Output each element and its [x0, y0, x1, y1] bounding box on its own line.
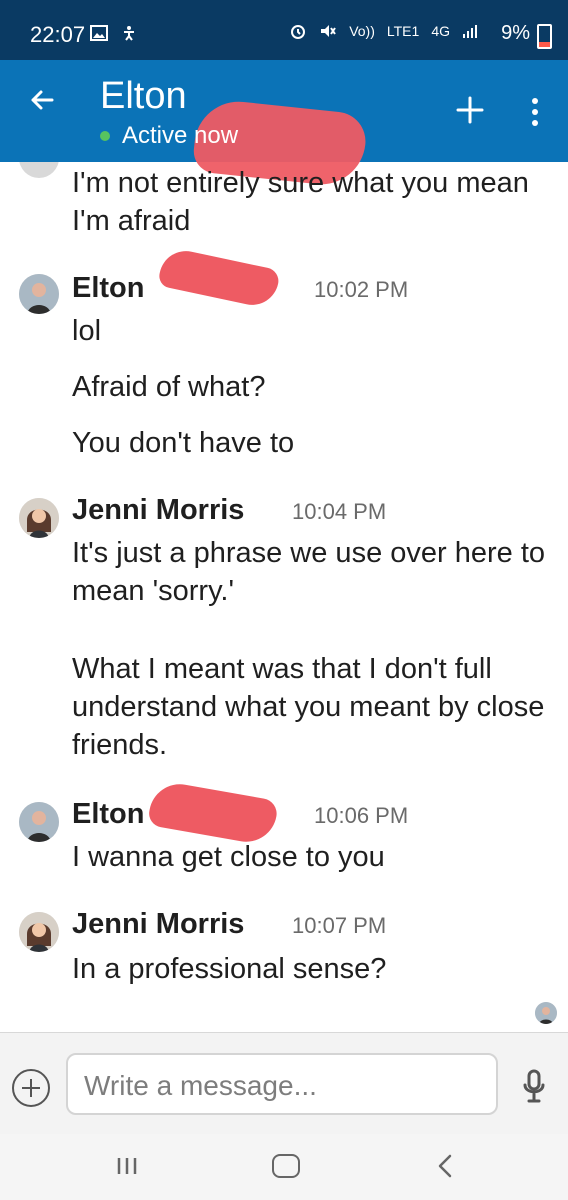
- plus-icon: [456, 96, 484, 124]
- message-list[interactable]: I'm not entirely sure what you mean I'm …: [0, 162, 568, 1032]
- sender-redaction: [146, 779, 280, 847]
- more-vertical-icon: [532, 98, 538, 126]
- message-input[interactable]: Write a message...: [66, 1053, 498, 1115]
- network-4g-label: 4G: [431, 23, 450, 39]
- conversation-title[interactable]: Elton: [100, 74, 187, 118]
- app-bar: Elton Active now: [0, 60, 568, 189]
- avatar-jenni[interactable]: [19, 912, 59, 952]
- message-text: Afraid of what?: [72, 371, 266, 403]
- accessibility-icon: [124, 26, 134, 41]
- recents-icon: [117, 1158, 137, 1174]
- sender-name[interactable]: Elton: [72, 270, 145, 306]
- sender-name[interactable]: Elton: [72, 796, 145, 832]
- battery-percent: 9%: [501, 22, 530, 44]
- recents-button[interactable]: [114, 1156, 140, 1176]
- alarm-icon: [291, 25, 306, 39]
- attach-button[interactable]: [12, 1069, 50, 1107]
- system-nav-bar: [0, 1134, 568, 1200]
- avatar-jenni[interactable]: [19, 498, 59, 538]
- arrow-left-icon: [31, 90, 54, 110]
- message-text: What I meant was that I don't full under…: [72, 653, 545, 761]
- back-icon: [438, 1154, 452, 1178]
- avatar-jenni-image: [19, 912, 59, 952]
- message-text: I'm not entirely sure what you mean I'm …: [72, 167, 529, 237]
- message-text: It's just a phrase we use over here to m…: [72, 537, 546, 607]
- lte-label: LTE1: [386, 23, 420, 39]
- message-text: In a professional sense?: [72, 953, 387, 985]
- avatar-elton[interactable]: [19, 274, 59, 314]
- more-options-button[interactable]: [525, 94, 545, 130]
- voice-message-button[interactable]: [520, 1067, 548, 1105]
- message-time: 10:02 PM: [314, 277, 409, 302]
- battery-icon: [537, 24, 552, 49]
- message-text: You don't have to: [72, 427, 295, 459]
- avatar-elton-image: [19, 802, 59, 842]
- volte-label: Vo)): [349, 23, 375, 39]
- status-right-icons: Vo)) LTE1 4G: [289, 22, 480, 40]
- mute-icon: [321, 25, 337, 37]
- system-back-button[interactable]: [436, 1152, 454, 1180]
- message-time: 10:04 PM: [292, 499, 387, 524]
- back-button[interactable]: [24, 82, 60, 118]
- message-text: I wanna get close to you: [72, 841, 385, 873]
- sender-name[interactable]: Jenni Morris: [72, 492, 244, 528]
- message-time: 10:06 PM: [314, 803, 409, 828]
- signal-icon: [463, 25, 477, 38]
- active-status: Active now: [100, 122, 238, 150]
- status-time: 22:07: [30, 22, 86, 47]
- avatar: [19, 162, 59, 178]
- status-left-icons: [90, 24, 138, 42]
- read-receipt-avatar: [535, 1002, 557, 1024]
- avatar-jenni-image: [19, 498, 59, 538]
- home-button[interactable]: [272, 1154, 300, 1178]
- sender-redaction: [157, 246, 281, 310]
- avatar-elton-image: [19, 274, 59, 314]
- message-time: 10:07 PM: [292, 913, 387, 938]
- gallery-icon: [90, 25, 108, 41]
- avatar-elton[interactable]: [19, 802, 59, 842]
- new-conversation-button[interactable]: [454, 94, 486, 126]
- active-status-text: Active now: [122, 122, 239, 149]
- active-dot: [100, 131, 110, 141]
- message-composer: Write a message...: [0, 1032, 568, 1135]
- microphone-icon: [523, 1069, 545, 1103]
- read-receipt-avatar-image: [535, 1002, 557, 1024]
- sender-name[interactable]: Jenni Morris: [72, 906, 244, 942]
- message-text: lol: [72, 315, 102, 347]
